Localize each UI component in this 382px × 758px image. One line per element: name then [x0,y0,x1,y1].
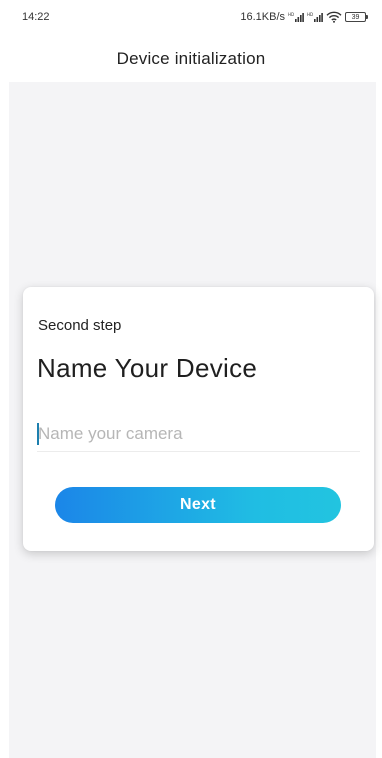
card-title: Name Your Device [37,353,258,383]
svg-text:HD: HD [307,12,313,17]
hd-signal-icon: HD [307,12,323,23]
network-speed: 16.1KB/s [240,11,285,23]
screen: 14:22 16.1KB/s HD HD 39 Device initializ… [0,0,382,758]
status-indicators: 16.1KB/s HD HD 39 [240,11,368,23]
status-bar: 14:22 16.1KB/s HD HD 39 [0,0,382,34]
svg-text:HD: HD [288,12,294,17]
name-device-card: Second step Name Your Device Next [23,287,374,551]
camera-name-input[interactable] [37,417,360,452]
step-label: Second step [38,317,122,334]
wifi-icon [326,11,342,23]
battery-level: 39 [351,13,360,21]
page-title: Device initialization [116,49,266,68]
text-caret [37,423,39,445]
page-header: Device initialization [0,44,382,74]
next-button[interactable]: Next [55,487,341,523]
status-time: 14:22 [22,11,50,23]
battery-icon: 39 [345,12,368,22]
hd-signal-icon: HD [288,12,304,23]
